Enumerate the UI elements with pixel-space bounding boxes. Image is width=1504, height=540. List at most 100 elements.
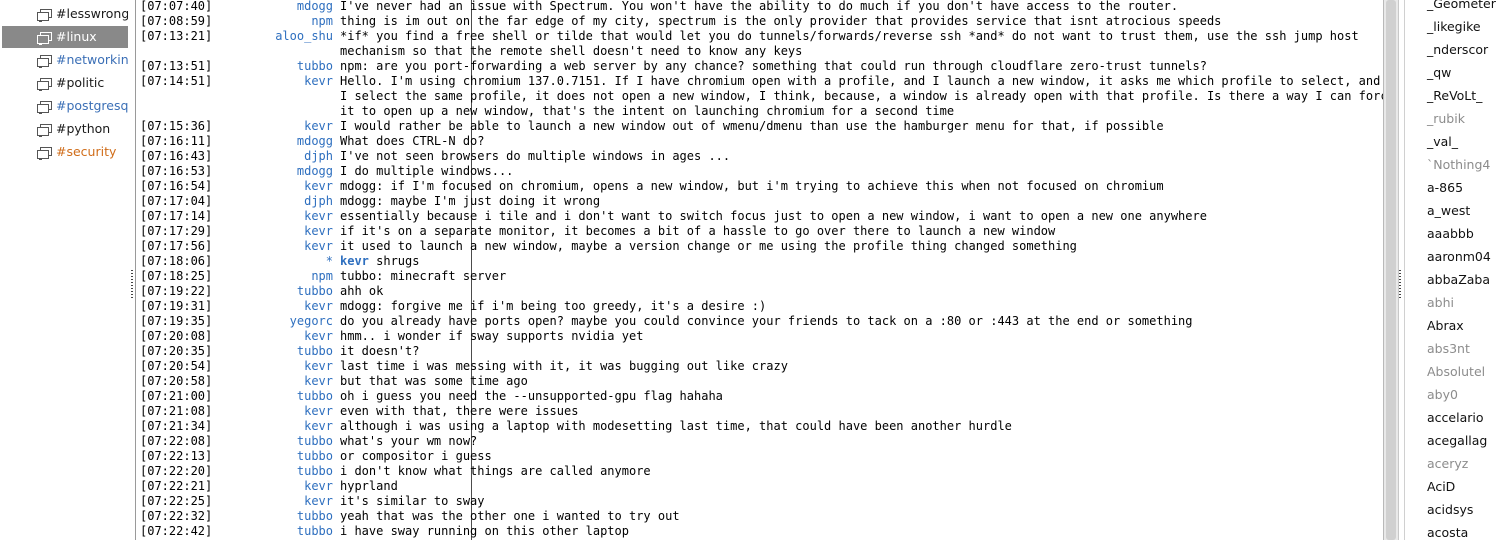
nickname[interactable]: djph xyxy=(136,149,333,164)
nick-column: tubbo xyxy=(136,284,333,299)
nickname[interactable]: mdogg xyxy=(136,134,333,149)
nickname[interactable]: aloo_shu xyxy=(136,29,333,44)
user-list-item[interactable]: _rubik xyxy=(1427,109,1465,129)
chat-line: [07:20:08] kevr hmm.. i wonder if sway sup… xyxy=(136,329,1383,344)
nickname[interactable]: kevr xyxy=(136,374,333,389)
channel-item[interactable]: #linux xyxy=(2,26,128,48)
nickname[interactable]: npm xyxy=(136,269,333,284)
nickname[interactable]: tubbo xyxy=(136,344,333,359)
nickname[interactable]: kevr xyxy=(136,74,333,89)
chat-line: [07:22:13] tubbo or compositor i guess xyxy=(136,449,1383,464)
nick-column: tubbo xyxy=(136,524,333,539)
user-list-item[interactable]: `Nothing4 xyxy=(1427,155,1490,175)
nickname[interactable]: tubbo xyxy=(136,389,333,404)
channel-item[interactable]: #postgresql xyxy=(2,95,128,117)
channel-item[interactable]: #lesswrong xyxy=(2,3,128,25)
chat-line: [07:20:35] tubbo it doesn't? xyxy=(136,344,1383,359)
nickname[interactable]: tubbo xyxy=(136,284,333,299)
message-text: I've not seen browsers do multiple windo… xyxy=(340,149,731,163)
user-list-item[interactable]: _qw xyxy=(1427,63,1451,83)
user-list-item[interactable]: _val_ xyxy=(1427,132,1458,152)
nickname[interactable]: kevr xyxy=(136,224,333,239)
channel-label: #postgresql xyxy=(56,98,128,113)
channel-item[interactable]: #networking xyxy=(2,49,128,71)
message-text: I've never had an issue with Spectrum. Y… xyxy=(340,0,1179,13)
nickname[interactable]: kevr xyxy=(136,329,333,344)
nick-column: kevr xyxy=(136,479,333,494)
message-text: if it's on a separate monitor, it become… xyxy=(340,224,1056,238)
nick-column: kevr xyxy=(136,239,333,254)
message-text: mdogg: forgive me if i'm being too greed… xyxy=(340,299,767,313)
scrollbar-thumb[interactable] xyxy=(1386,0,1396,540)
user-list-item[interactable]: _likegike xyxy=(1427,17,1481,37)
nickname[interactable]: tubbo xyxy=(136,59,333,74)
message-text: last time i was messing with it, it was … xyxy=(340,359,788,373)
nick-column: kevr xyxy=(136,209,333,224)
chat-line: [07:22:32] tubbo yeah that was the other o… xyxy=(136,509,1383,524)
nickname[interactable]: tubbo xyxy=(136,524,333,539)
user-list-item[interactable]: acidsys xyxy=(1427,500,1473,520)
nickname[interactable]: kevr xyxy=(136,179,333,194)
nick-column: kevr xyxy=(136,329,333,344)
nickname[interactable]: kevr xyxy=(136,299,333,314)
nickname[interactable]: tubbo xyxy=(136,464,333,479)
user-list-item[interactable]: Abrax xyxy=(1427,316,1464,336)
user-list-item[interactable]: acegallag xyxy=(1427,431,1487,451)
user-list-item[interactable]: a-865 xyxy=(1427,178,1463,198)
chat-line: [07:19:35] yegorc do you already have port… xyxy=(136,314,1383,329)
chat-scrollbar[interactable] xyxy=(1383,0,1399,540)
nick-column: kevr xyxy=(136,419,333,434)
user-list-item[interactable]: _nderscor xyxy=(1427,40,1488,60)
channel-item[interactable]: #python xyxy=(2,118,128,140)
user-list-item[interactable]: a_west xyxy=(1427,201,1470,221)
user-list-item[interactable]: abs3nt xyxy=(1427,339,1470,359)
nickname[interactable]: kevr xyxy=(136,494,333,509)
nickname[interactable]: tubbo xyxy=(136,509,333,524)
channel-item[interactable]: #security xyxy=(2,141,128,163)
user-list-item[interactable]: aaronm04 xyxy=(1427,247,1491,267)
user-list-item[interactable]: Absolutel xyxy=(1427,362,1485,382)
user-list-item[interactable]: aaabbb xyxy=(1427,224,1474,244)
chat-line: [07:18:06] * kevr shrugs xyxy=(136,254,1383,269)
chat-line: [07:20:54] kevr last time i was messing wi… xyxy=(136,359,1383,374)
user-list-item[interactable]: _Geometer xyxy=(1427,0,1496,14)
chat-text-area[interactable]: [07:07:40] mdogg I've never had an issue w… xyxy=(136,0,1383,540)
nickname[interactable]: npm xyxy=(136,14,333,29)
nick-column: kevr xyxy=(136,179,333,194)
user-list-item[interactable]: aceryz xyxy=(1427,454,1468,474)
left-pane-resize-grip[interactable] xyxy=(131,270,133,300)
user-list-item[interactable]: abbaZaba xyxy=(1427,270,1490,290)
nick-column: tubbo xyxy=(136,59,333,74)
nick-column: yegorc xyxy=(136,314,333,329)
chat-line: [07:16:43] djph I've not seen browsers do … xyxy=(136,149,1383,164)
nickname[interactable]: tubbo xyxy=(136,449,333,464)
user-list-item[interactable]: _ReVoLt_ xyxy=(1427,86,1482,106)
nickname[interactable]: kevr xyxy=(136,419,333,434)
channel-item[interactable]: #politic xyxy=(2,72,128,94)
nickname[interactable]: mdogg xyxy=(136,164,333,179)
nickname[interactable]: kevr xyxy=(136,479,333,494)
chat-line: [07:22:20] tubbo i don't know what things … xyxy=(136,464,1383,479)
nickname[interactable]: tubbo xyxy=(136,434,333,449)
nickname[interactable]: mdogg xyxy=(136,0,333,14)
user-list-item[interactable]: AciD xyxy=(1427,477,1455,497)
user-list-item[interactable]: abhi xyxy=(1427,293,1454,313)
nickname[interactable]: djph xyxy=(136,194,333,209)
nick-column: tubbo xyxy=(136,509,333,524)
user-list-item[interactable]: accelario xyxy=(1427,408,1484,428)
chat-line: [07:21:08] kevr even with that, there were… xyxy=(136,404,1383,419)
nickname[interactable]: kevr xyxy=(136,359,333,374)
nick-column: kevr xyxy=(136,224,333,239)
user-list-item[interactable]: aby0 xyxy=(1427,385,1458,405)
action-nickname[interactable]: kevr xyxy=(340,254,369,268)
user-list-item[interactable]: acosta xyxy=(1427,523,1468,540)
nickname[interactable]: kevr xyxy=(136,119,333,134)
nickname[interactable]: kevr xyxy=(136,404,333,419)
chat-line: [07:13:21] aloo_shu *if* you find a free s… xyxy=(136,29,1383,44)
message-text: ahh ok xyxy=(340,284,384,298)
right-pane-resize-grip[interactable] xyxy=(1399,270,1401,300)
nickname[interactable]: * xyxy=(136,254,333,269)
nickname[interactable]: yegorc xyxy=(136,314,333,329)
nickname[interactable]: kevr xyxy=(136,209,333,224)
nickname[interactable]: kevr xyxy=(136,239,333,254)
